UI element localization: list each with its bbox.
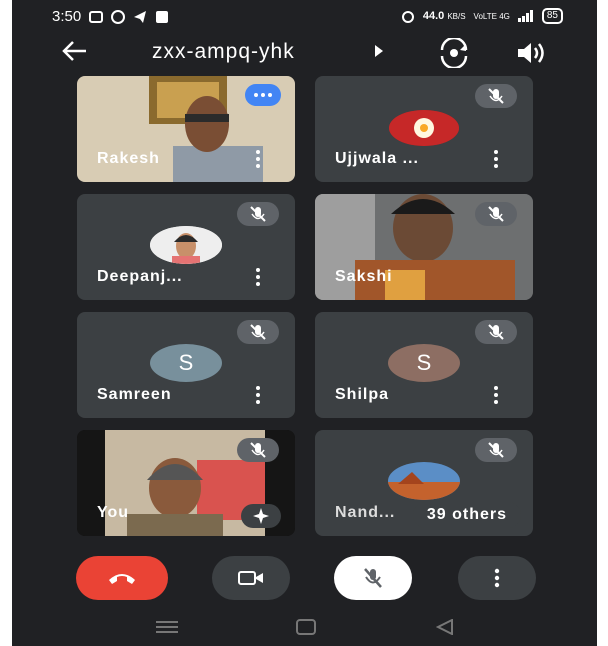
- mic-muted-icon: [364, 568, 382, 588]
- telegram-icon: [134, 10, 147, 23]
- video-camera-icon: [238, 571, 263, 585]
- participant-name: Nand...: [335, 504, 396, 521]
- participant-tile-ujjwala[interactable]: Ujjwala ...: [315, 76, 533, 182]
- back-icon[interactable]: [436, 619, 454, 635]
- participant-tile-others[interactable]: Nand... 39 others: [315, 430, 533, 536]
- participant-name: Shilpa: [335, 386, 390, 403]
- participant-tile-rakesh[interactable]: Rakesh: [77, 76, 295, 182]
- meeting-top-bar: zxx-ampq-yhk: [12, 32, 597, 76]
- call-controls: [12, 548, 597, 608]
- mic-off-icon: [475, 320, 517, 344]
- android-nav-bar: [12, 608, 597, 646]
- pdf-icon: [156, 10, 169, 23]
- end-call-button[interactable]: [76, 556, 168, 600]
- participant-tile-deepanj[interactable]: Deepanj...: [77, 194, 295, 300]
- phone-screen: 3:50 44.0 KB/S VoLTE 4G 85 zxx-ampq-yhk: [12, 0, 597, 646]
- status-left: 3:50: [52, 8, 169, 25]
- caret-right-icon[interactable]: [374, 44, 384, 58]
- avatar-deepanj: [150, 226, 222, 264]
- participant-name: You: [97, 504, 130, 521]
- others-count-pill[interactable]: 39 others: [412, 502, 521, 528]
- avatar-samreen: S: [150, 344, 222, 382]
- menu-icon[interactable]: [156, 620, 178, 634]
- meeting-code[interactable]: zxx-ampq-yhk: [152, 40, 295, 64]
- participant-tile-shilpa[interactable]: S Shilpa: [315, 312, 533, 418]
- switch-camera-icon[interactable]: [436, 38, 472, 68]
- more-options-icon[interactable]: [255, 150, 261, 170]
- mic-off-icon: [475, 202, 517, 226]
- camera-toggle-button[interactable]: [212, 556, 290, 600]
- network-speed: 44.0 KB/S: [423, 10, 466, 22]
- signal-icon: [517, 10, 533, 22]
- more-vert-icon: [494, 568, 500, 588]
- participant-name: Deepanj...: [97, 268, 183, 285]
- participant-name: Samreen: [97, 386, 172, 403]
- participant-tile-samreen[interactable]: S Samreen: [77, 312, 295, 418]
- participant-tile-you[interactable]: You: [77, 430, 295, 536]
- battery-indicator: 85: [541, 8, 563, 24]
- phone-hangup-icon: [109, 574, 135, 584]
- participant-name: Rakesh: [97, 150, 160, 167]
- speaker-icon[interactable]: [514, 38, 550, 68]
- avatar-nand: [388, 462, 460, 500]
- avatar-shilpa: S: [388, 344, 460, 382]
- more-options-icon[interactable]: [255, 386, 261, 406]
- mic-off-icon: [475, 438, 517, 462]
- more-options-button[interactable]: [458, 556, 536, 600]
- options-bubble[interactable]: [245, 84, 281, 106]
- network-speed-value: 44.0: [422, 10, 445, 22]
- network-speed-unit: KB/S: [447, 12, 466, 21]
- effects-sparkle-icon[interactable]: [241, 504, 281, 528]
- avatar-ujjwala: [389, 110, 459, 146]
- more-options-icon[interactable]: [493, 150, 499, 170]
- screen-record-icon: [89, 10, 104, 23]
- mic-toggle-button[interactable]: [334, 556, 412, 600]
- mic-off-icon: [475, 84, 517, 108]
- mic-off-icon: [237, 202, 279, 226]
- status-bar: 3:50 44.0 KB/S VoLTE 4G 85: [12, 0, 597, 32]
- participant-tile-sakshi[interactable]: Sakshi: [315, 194, 533, 300]
- participant-name: Ujjwala ...: [335, 150, 419, 167]
- back-arrow-icon[interactable]: [60, 38, 90, 64]
- participant-name: Sakshi: [335, 268, 393, 285]
- status-time: 3:50: [52, 8, 82, 25]
- home-icon[interactable]: [296, 619, 316, 635]
- network-type: VoLTE 4G: [473, 11, 510, 21]
- more-options-icon[interactable]: [255, 268, 261, 288]
- alarm-icon: [401, 11, 414, 23]
- status-right: 44.0 KB/S VoLTE 4G 85: [401, 8, 563, 24]
- whatsapp-icon: [111, 9, 126, 24]
- more-options-icon[interactable]: [493, 386, 499, 406]
- mic-off-icon: [237, 320, 279, 344]
- mic-off-icon: [237, 438, 279, 462]
